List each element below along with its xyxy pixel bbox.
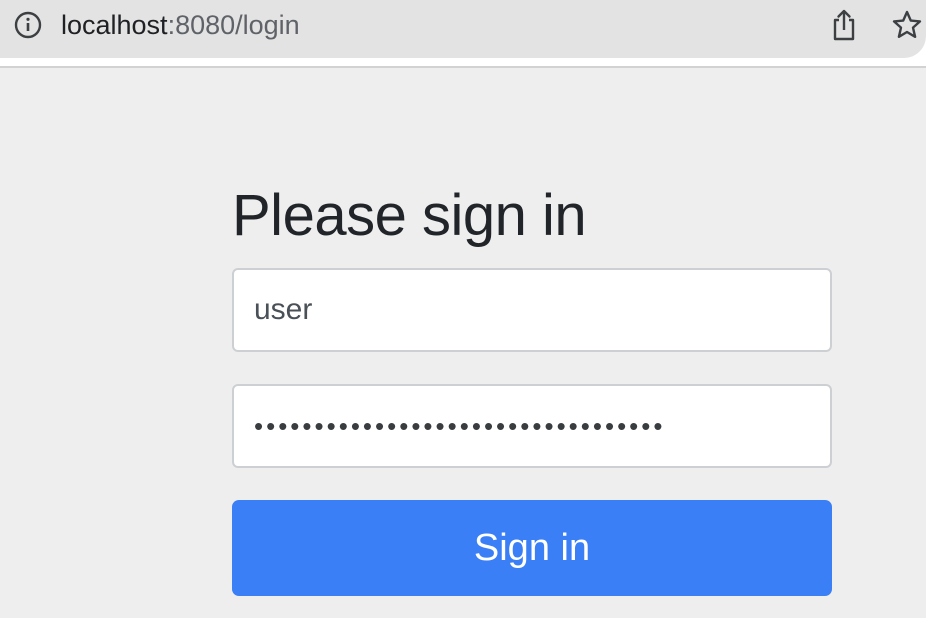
url-path: :8080/login [167, 10, 300, 40]
address-bar[interactable]: localhost:8080/login [0, 0, 926, 58]
url-text[interactable]: localhost:8080/login [61, 8, 300, 42]
url-host: localhost [61, 10, 168, 40]
info-icon[interactable] [14, 11, 42, 39]
bookmark-star-icon[interactable] [891, 9, 923, 41]
username-input[interactable] [232, 268, 832, 352]
page-title: Please sign in [232, 183, 587, 248]
browser-toolbar: localhost:8080/login [0, 0, 926, 66]
login-page: Please sign in Sign in [0, 68, 926, 618]
sign-in-button[interactable]: Sign in [232, 500, 832, 596]
share-icon[interactable] [829, 8, 859, 42]
password-input[interactable] [232, 384, 832, 468]
